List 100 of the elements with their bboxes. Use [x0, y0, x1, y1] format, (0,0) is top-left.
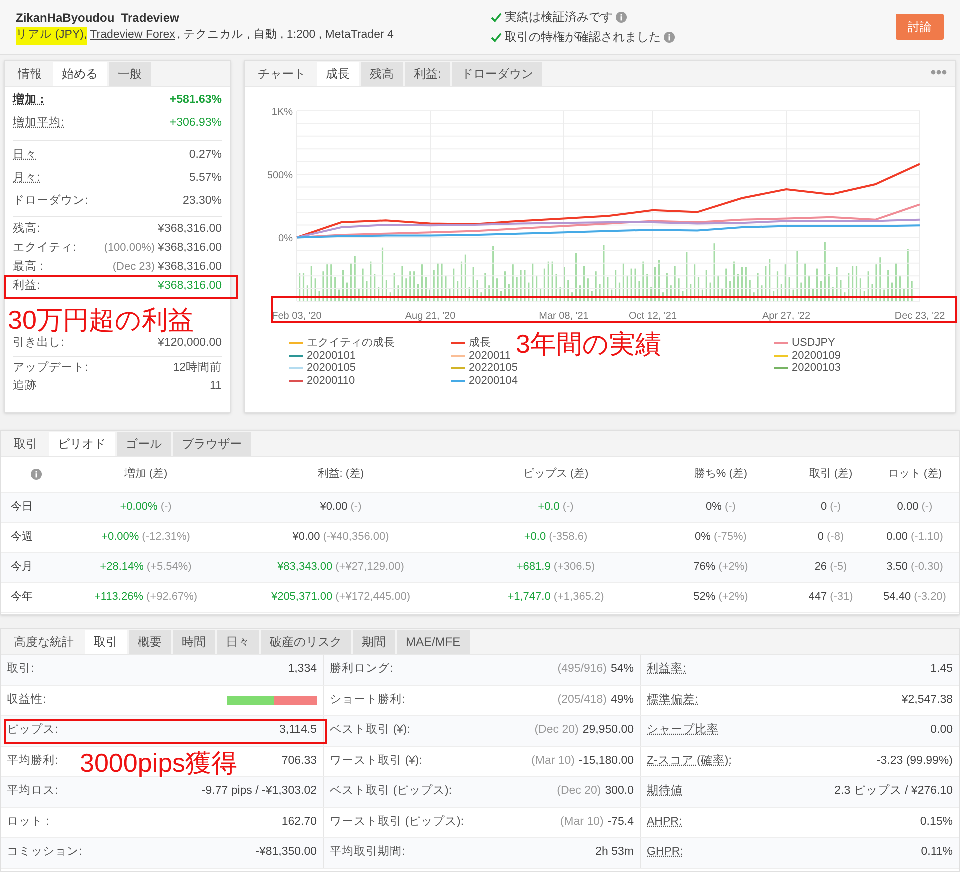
stat-note: (495/916) [558, 662, 607, 678]
broker-link[interactable]: Tradeview Forex [90, 27, 176, 45]
tab[interactable]: ドローダウン [452, 62, 542, 86]
stat-value: 54% [610, 662, 634, 678]
difference-text: (-) [724, 500, 736, 516]
tab[interactable]: 残高 [361, 62, 403, 86]
stat-value: -15,180.00 [579, 754, 634, 769]
y-tick-label: 1K% [272, 107, 293, 118]
legend-item[interactable]: 20200110 [289, 374, 356, 387]
stat-note: (Dec 23) [112, 260, 156, 276]
table-cell-text: 54.40 [884, 590, 912, 606]
difference-text: (-) [350, 500, 362, 516]
stat-label: コミッション: [7, 845, 82, 860]
stat-value: +306.93% [170, 116, 222, 131]
stat-label: アップデート: [13, 360, 88, 376]
y-tick-label: 0% [278, 234, 293, 245]
legend-item[interactable]: 20200103 [774, 362, 841, 374]
column-header: ピップス (差) [522, 466, 590, 482]
stat-label: 日々 [13, 148, 37, 163]
stat-label: シャープ比率 [647, 722, 719, 738]
tab[interactable]: 始める [53, 62, 107, 86]
tab[interactable]: 取引 [85, 630, 127, 654]
legend-item[interactable]: エクイティの成長 [289, 337, 395, 350]
tab[interactable]: ゴール [117, 432, 171, 456]
table-cell-text: 0 [820, 500, 828, 516]
row-label: 今年 [10, 590, 34, 606]
stat-value: 1.45 [930, 662, 953, 678]
stat-label: 増加 : [13, 92, 44, 108]
stat-label: ロット : [7, 814, 50, 830]
row-label: 今日 [10, 500, 34, 516]
tab[interactable]: 日々 [217, 630, 259, 654]
legend-item[interactable]: 成長 [451, 337, 491, 350]
x-tick-label: Feb 03, '20 [272, 311, 322, 322]
stat-value: ¥368,316.00 [158, 240, 222, 256]
stat-label: Z-スコア (確率): [647, 754, 732, 769]
stat-label: 利益: [13, 278, 40, 294]
tab[interactable]: 期間 [353, 630, 395, 654]
x-tick-label: Aug 21, '20 [405, 311, 456, 322]
stat-label: 標準偏差: [647, 692, 698, 708]
stat-label: 月々: [13, 170, 40, 186]
legend-item[interactable]: 20220105 [451, 362, 518, 374]
tab[interactable]: チャート [249, 62, 315, 86]
difference-text: (+¥172,445.00) [336, 590, 411, 606]
legend-item[interactable]: 20200101 [289, 350, 356, 362]
stat-label: エクイティ: [13, 240, 76, 256]
legend-item[interactable]: 20200104 [451, 374, 518, 387]
x-tick-label: Apr 27, '22 [762, 311, 811, 322]
stat-value: 706.33 [282, 754, 317, 769]
difference-text: (+¥27,129.00) [336, 560, 404, 576]
tab[interactable]: 概要 [129, 630, 171, 654]
stat-label: 残高: [13, 221, 40, 237]
tab[interactable]: ピリオド [49, 432, 115, 456]
table-cell-text: +28.14% [100, 560, 144, 576]
tab[interactable]: ブラウザー [173, 432, 251, 456]
legend-item[interactable]: 20200109 [774, 350, 841, 362]
legend-item[interactable]: USDJPY [774, 337, 836, 350]
table-cell-text: ¥205,371.00 [271, 590, 333, 606]
tab[interactable]: MAE/MFE [397, 630, 470, 654]
stat-label: AHPR: [647, 814, 682, 830]
tab[interactable]: 情報 [9, 62, 51, 86]
difference-text: (+2%) [718, 590, 748, 606]
table-cell-text: +0.00% [102, 530, 140, 546]
stat-value: 2.3 ピップス / ¥276.10 [834, 783, 953, 800]
stat-note: (Mar 10) [532, 754, 575, 769]
difference-text: (+1,365.2) [554, 590, 604, 606]
info-icon [30, 469, 42, 480]
stat-label: 追跡 [13, 378, 37, 394]
tab[interactable]: 取引 [5, 432, 47, 456]
stat-value: -¥81,350.00 [256, 845, 317, 860]
stat-value: ¥2,547.38 [902, 692, 953, 708]
table-cell-text: +0.0 [524, 530, 546, 546]
tab[interactable]: 利益: [405, 62, 450, 86]
difference-text: (-) [922, 500, 933, 516]
stat-note: (Mar 10) [560, 814, 604, 830]
stat-value: 5.57% [189, 170, 222, 186]
stat-value: 0.27% [189, 148, 222, 163]
stat-value: 12時間前 [173, 360, 222, 376]
stat-label: ピップス: [7, 722, 58, 738]
annotation-text: 3年間の実績 [516, 331, 662, 357]
tab[interactable]: 時間 [173, 630, 215, 654]
stat-label: 取引: [7, 662, 34, 678]
y-tick-label: 500% [267, 170, 293, 182]
stat-value: 23.30% [182, 194, 222, 209]
difference-text: (-) [160, 500, 172, 516]
info-icon [664, 32, 675, 42]
more-icon[interactable] [931, 70, 947, 75]
stat-label: 収益性: [7, 692, 46, 708]
stat-label: ベスト取引 (¥): [330, 722, 410, 738]
table-cell-text: 0 [818, 530, 824, 546]
tab[interactable]: 高度な統計 [5, 630, 83, 654]
table-cell-text: +681.9 [516, 560, 551, 576]
tab[interactable]: 破産のリスク [261, 630, 351, 654]
tab[interactable]: 成長 [317, 62, 359, 86]
legend-item[interactable]: 2020011 [451, 350, 512, 362]
legend-item[interactable]: 20200105 [289, 362, 356, 374]
tab[interactable]: 一般 [109, 62, 151, 86]
stat-label: 平均勝利: [7, 754, 58, 769]
x-tick-label: Oct 12, '21 [628, 311, 678, 322]
difference-text: (-) [562, 500, 574, 516]
row-label: 今週 [10, 530, 34, 546]
